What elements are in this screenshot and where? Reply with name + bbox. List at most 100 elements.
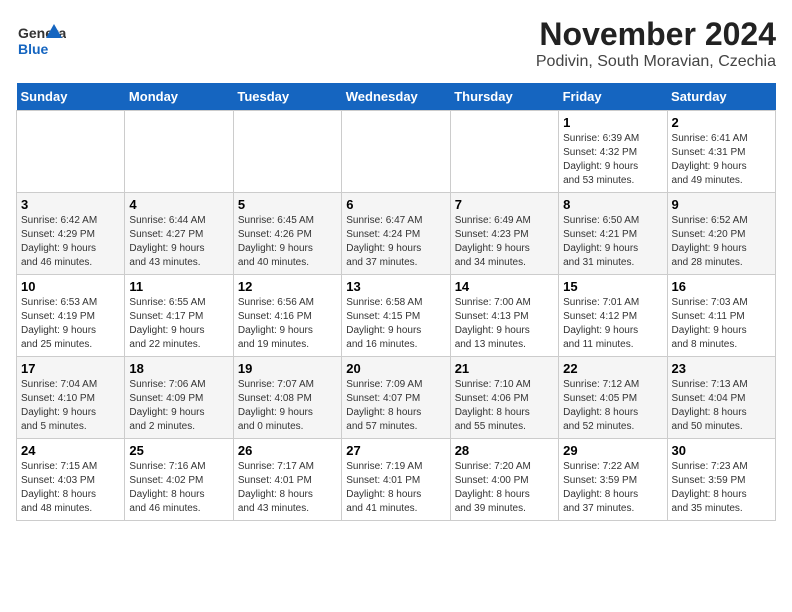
day-info: Sunrise: 6:56 AM Sunset: 4:16 PM Dayligh… [238, 296, 337, 352]
day-of-week-header: Sunday [17, 83, 125, 111]
day-number: 19 [238, 361, 337, 376]
day-info: Sunrise: 6:47 AM Sunset: 4:24 PM Dayligh… [346, 214, 445, 270]
calendar-cell: 23Sunrise: 7:13 AM Sunset: 4:04 PM Dayli… [667, 357, 775, 439]
calendar-week-row: 1 Sunrise: 6:39 AM Sunset: 4:32 PM Daylig… [17, 111, 776, 193]
day-info: Sunrise: 6:42 AM Sunset: 4:29 PM Dayligh… [21, 214, 120, 270]
day-info: Sunrise: 6:58 AM Sunset: 4:15 PM Dayligh… [346, 296, 445, 352]
calendar-cell: 16 Sunrise: 7:03 AM Sunset: 4:11 PM Dayli… [667, 275, 775, 357]
day-number: 27 [346, 443, 445, 458]
day-info: Sunrise: 7:19 AM Sunset: 4:01 PM Dayligh… [346, 460, 445, 516]
day-info: Sunrise: 7:15 AM Sunset: 4:03 PM Dayligh… [21, 460, 120, 516]
day-of-week-header: Monday [125, 83, 233, 111]
day-number: 14 [455, 279, 554, 294]
svg-text:Blue: Blue [18, 41, 49, 57]
calendar-cell: 22 Sunrise: 7:12 AM Sunset: 4:05 PM Dayli… [559, 357, 667, 439]
day-number: 12 [238, 279, 337, 294]
day-info: Sunrise: 7:01 AM Sunset: 4:12 PM Dayligh… [563, 296, 662, 352]
calendar-cell: 10 Sunrise: 6:53 AM Sunset: 4:19 PM Dayli… [17, 275, 125, 357]
day-info: Sunrise: 7:06 AM Sunset: 4:09 PM Dayligh… [129, 378, 228, 434]
day-number: 10 [21, 279, 120, 294]
day-number: 8 [563, 197, 662, 212]
calendar-cell: 17Sunrise: 7:04 AM Sunset: 4:10 PM Dayli… [17, 357, 125, 439]
day-number: 26 [238, 443, 337, 458]
day-number: 1 [563, 115, 662, 130]
day-info: Sunrise: 7:16 AM Sunset: 4:02 PM Dayligh… [129, 460, 228, 516]
day-info: Sunrise: 7:17 AM Sunset: 4:01 PM Dayligh… [238, 460, 337, 516]
calendar-cell: 24 Sunrise: 7:15 AM Sunset: 4:03 PM Dayli… [17, 439, 125, 521]
calendar-cell: 13 Sunrise: 6:58 AM Sunset: 4:15 PM Dayli… [342, 275, 450, 357]
day-of-week-header: Wednesday [342, 83, 450, 111]
calendar-cell: 25 Sunrise: 7:16 AM Sunset: 4:02 PM Dayli… [125, 439, 233, 521]
calendar-cell: 15 Sunrise: 7:01 AM Sunset: 4:12 PM Dayli… [559, 275, 667, 357]
day-info: Sunrise: 6:39 AM Sunset: 4:32 PM Dayligh… [563, 132, 662, 188]
day-info: Sunrise: 7:09 AM Sunset: 4:07 PM Dayligh… [346, 378, 445, 434]
day-info: Sunrise: 6:50 AM Sunset: 4:21 PM Dayligh… [563, 214, 662, 270]
day-info: Sunrise: 7:10 AM Sunset: 4:06 PM Dayligh… [455, 378, 554, 434]
calendar-week-row: 24 Sunrise: 7:15 AM Sunset: 4:03 PM Dayli… [17, 439, 776, 521]
day-info: Sunrise: 7:03 AM Sunset: 4:11 PM Dayligh… [672, 296, 771, 352]
calendar-cell: 11Sunrise: 6:55 AM Sunset: 4:17 PM Dayli… [125, 275, 233, 357]
day-number: 24 [21, 443, 120, 458]
day-number: 4 [129, 197, 228, 212]
header: General Blue November 2024 Podivin, Sout… [16, 16, 776, 71]
calendar-cell [233, 111, 341, 193]
day-number: 20 [346, 361, 445, 376]
day-info: Sunrise: 6:52 AM Sunset: 4:20 PM Dayligh… [672, 214, 771, 270]
day-info: Sunrise: 6:41 AM Sunset: 4:31 PM Dayligh… [672, 132, 771, 188]
day-number: 9 [672, 197, 771, 212]
calendar-cell: 26 Sunrise: 7:17 AM Sunset: 4:01 PM Dayli… [233, 439, 341, 521]
day-of-week-header: Friday [559, 83, 667, 111]
day-info: Sunrise: 7:22 AM Sunset: 3:59 PM Dayligh… [563, 460, 662, 516]
title-area: November 2024 Podivin, South Moravian, C… [536, 16, 776, 71]
calendar-week-row: 10 Sunrise: 6:53 AM Sunset: 4:19 PM Dayli… [17, 275, 776, 357]
day-number: 3 [21, 197, 120, 212]
calendar-cell: 9 Sunrise: 6:52 AM Sunset: 4:20 PM Daylig… [667, 193, 775, 275]
day-info: Sunrise: 7:23 AM Sunset: 3:59 PM Dayligh… [672, 460, 771, 516]
day-number: 22 [563, 361, 662, 376]
day-number: 7 [455, 197, 554, 212]
day-of-week-header: Saturday [667, 83, 775, 111]
calendar-cell: 5Sunrise: 6:45 AM Sunset: 4:26 PM Daylig… [233, 193, 341, 275]
page-title: November 2024 [536, 16, 776, 53]
logo-icon: General Blue [16, 16, 66, 66]
day-number: 13 [346, 279, 445, 294]
calendar-cell: 18Sunrise: 7:06 AM Sunset: 4:09 PM Dayli… [125, 357, 233, 439]
day-of-week-header: Thursday [450, 83, 558, 111]
day-number: 29 [563, 443, 662, 458]
day-number: 16 [672, 279, 771, 294]
day-number: 15 [563, 279, 662, 294]
calendar-cell [17, 111, 125, 193]
calendar-cell: 4 Sunrise: 6:44 AM Sunset: 4:27 PM Daylig… [125, 193, 233, 275]
logo: General Blue [16, 16, 66, 66]
calendar-cell: 14 Sunrise: 7:00 AM Sunset: 4:13 PM Dayli… [450, 275, 558, 357]
calendar-cell: 28Sunrise: 7:20 AM Sunset: 4:00 PM Dayli… [450, 439, 558, 521]
calendar-cell: 1 Sunrise: 6:39 AM Sunset: 4:32 PM Daylig… [559, 111, 667, 193]
calendar-cell: 21Sunrise: 7:10 AM Sunset: 4:06 PM Dayli… [450, 357, 558, 439]
calendar-week-row: 3 Sunrise: 6:42 AM Sunset: 4:29 PM Daylig… [17, 193, 776, 275]
calendar-cell: 7 Sunrise: 6:49 AM Sunset: 4:23 PM Daylig… [450, 193, 558, 275]
calendar-week-row: 17Sunrise: 7:04 AM Sunset: 4:10 PM Dayli… [17, 357, 776, 439]
day-number: 28 [455, 443, 554, 458]
day-number: 5 [238, 197, 337, 212]
calendar-cell: 12 Sunrise: 6:56 AM Sunset: 4:16 PM Dayli… [233, 275, 341, 357]
calendar-cell: 8 Sunrise: 6:50 AM Sunset: 4:21 PM Daylig… [559, 193, 667, 275]
day-info: Sunrise: 6:49 AM Sunset: 4:23 PM Dayligh… [455, 214, 554, 270]
day-info: Sunrise: 7:12 AM Sunset: 4:05 PM Dayligh… [563, 378, 662, 434]
day-info: Sunrise: 6:44 AM Sunset: 4:27 PM Dayligh… [129, 214, 228, 270]
calendar-cell: 20 Sunrise: 7:09 AM Sunset: 4:07 PM Dayli… [342, 357, 450, 439]
day-info: Sunrise: 7:04 AM Sunset: 4:10 PM Dayligh… [21, 378, 120, 434]
calendar-cell: 27 Sunrise: 7:19 AM Sunset: 4:01 PM Dayli… [342, 439, 450, 521]
calendar-cell: 3 Sunrise: 6:42 AM Sunset: 4:29 PM Daylig… [17, 193, 125, 275]
day-info: Sunrise: 7:13 AM Sunset: 4:04 PM Dayligh… [672, 378, 771, 434]
day-info: Sunrise: 6:53 AM Sunset: 4:19 PM Dayligh… [21, 296, 120, 352]
day-of-week-header: Tuesday [233, 83, 341, 111]
calendar-cell: 2 Sunrise: 6:41 AM Sunset: 4:31 PM Daylig… [667, 111, 775, 193]
day-number: 2 [672, 115, 771, 130]
page-subtitle: Podivin, South Moravian, Czechia [536, 53, 776, 71]
day-info: Sunrise: 7:00 AM Sunset: 4:13 PM Dayligh… [455, 296, 554, 352]
days-of-week-row: SundayMondayTuesdayWednesdayThursdayFrid… [17, 83, 776, 111]
calendar-cell: 29 Sunrise: 7:22 AM Sunset: 3:59 PM Dayli… [559, 439, 667, 521]
day-number: 6 [346, 197, 445, 212]
day-info: Sunrise: 7:07 AM Sunset: 4:08 PM Dayligh… [238, 378, 337, 434]
day-number: 25 [129, 443, 228, 458]
